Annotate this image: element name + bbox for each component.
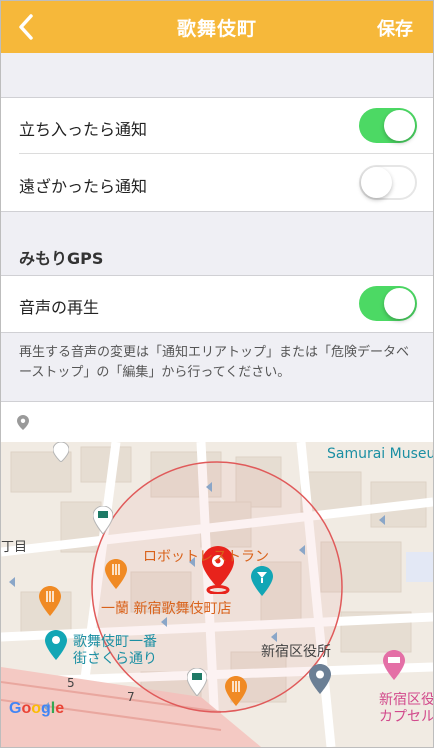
location-row[interactable] <box>1 402 433 442</box>
government-office-icon <box>309 664 331 694</box>
nav-bar: 歌舞伎町 保存 <box>1 1 433 53</box>
page-title: 歌舞伎町 <box>176 17 257 40</box>
map-view[interactable]: Samurai Museu ロボットレストラン 一蘭 新宿歌舞伎町店 歌舞伎町一… <box>1 442 433 747</box>
save-button[interactable]: 保存 <box>377 15 413 41</box>
map-label-robot-restaurant: ロボットレストラン <box>143 549 269 565</box>
chevron-left-icon <box>19 14 33 40</box>
map-label-kabukicho-street-2: 街さくら通り <box>73 651 157 667</box>
sound-note: 再生する音声の変更は「通知エリアトップ」または「危険データベーストップ」の「編集… <box>19 345 410 380</box>
location-pin-icon <box>17 415 29 430</box>
divider <box>1 211 433 212</box>
back-button[interactable] <box>15 13 39 41</box>
enter-notify-row: 立ち入ったら通知 <box>1 98 433 154</box>
section-header-gps: みもりGPS <box>19 249 104 268</box>
map-label-samurai-museum: Samurai Museu <box>327 446 433 462</box>
section-gap <box>1 53 433 98</box>
restaurant-icon <box>225 676 247 706</box>
train-station-icon <box>93 506 113 534</box>
sound-label: 音声の再生 <box>19 298 100 317</box>
map-label-ichiran: 一蘭 新宿歌舞伎町店 <box>101 601 232 617</box>
restaurant-icon <box>105 559 127 589</box>
map-label-chome: 丁目 <box>1 540 28 555</box>
hotel-icon <box>383 650 405 680</box>
app-frame: 歌舞伎町 保存 立ち入ったら通知 遠ざかったら通知 みもりGPS 音声の再生 再… <box>0 0 434 748</box>
train-station-icon <box>187 668 207 696</box>
map-label-capsule-2: カプセル <box>379 709 433 725</box>
google-logo: Google <box>9 700 65 717</box>
sound-row: 音声の再生 <box>1 276 433 332</box>
leave-notify-label: 遠ざかったら通知 <box>19 177 148 196</box>
divider <box>1 332 433 333</box>
map-label-ward-office: 新宿区役所 <box>261 644 331 660</box>
map-label-number-7: 7 <box>127 690 135 704</box>
leave-notify-toggle[interactable] <box>359 165 417 200</box>
restaurant-icon <box>39 586 61 616</box>
sound-toggle[interactable] <box>359 286 417 321</box>
map-marker-icon <box>53 442 69 462</box>
leave-notify-row: 遠ざかったら通知 <box>1 154 433 211</box>
map-background <box>1 442 433 747</box>
map-label-number-5: 5 <box>67 676 75 690</box>
enter-notify-label: 立ち入ったら通知 <box>19 120 148 139</box>
tourist-spot-icon <box>45 630 67 660</box>
bar-icon <box>251 566 273 596</box>
enter-notify-toggle[interactable] <box>359 108 417 143</box>
